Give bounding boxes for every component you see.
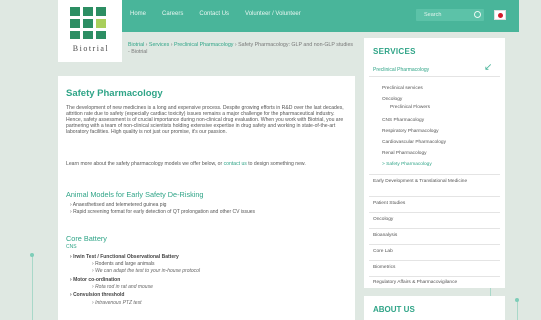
logo-text: Biotrial: [72, 44, 110, 53]
main-nav: Home Careers Contact Us Volunteer / Volu…: [130, 11, 301, 17]
contact-us-link[interactable]: contact us: [224, 161, 247, 167]
collapse-arrow-icon[interactable]: ↙: [484, 62, 492, 73]
nav-home[interactable]: Home: [130, 11, 146, 17]
sidebar-item-cns[interactable]: CNS Pharmacology: [382, 118, 424, 123]
divider: [369, 276, 500, 277]
divider: [369, 244, 500, 245]
list-item: › Rodents and large animals: [92, 261, 155, 267]
divider: [369, 76, 500, 77]
list-item: › We can adapt the test to your in-house…: [92, 268, 201, 274]
list-item: › Rapid screening format for early detec…: [70, 209, 256, 215]
divider: [369, 212, 500, 213]
nav-contact[interactable]: Contact Us: [199, 11, 229, 17]
breadcrumb-preclinical[interactable]: Preclinical Pharmacology: [174, 42, 233, 48]
sidebar-active-group[interactable]: Preclinical Pharmacology: [373, 67, 429, 73]
japan-flag-icon[interactable]: [494, 10, 506, 20]
sidebar-item-core-lab[interactable]: Core Lab: [373, 249, 393, 254]
section-core-battery-title: Core Battery: [66, 234, 107, 243]
list-item: › Anaesthetised and telemetered guinea p…: [70, 202, 167, 208]
learn-prefix: Learn more about the safety pharmacology…: [66, 161, 223, 167]
sidebar-item-oncology-group[interactable]: Oncology: [373, 217, 393, 222]
about-us-panel: ABOUT US: [364, 296, 505, 320]
sidebar-item-patient-studies[interactable]: Patient Studies: [373, 201, 405, 206]
sidebar-item-bioanalysis[interactable]: Bioanalysis: [373, 233, 397, 238]
divider: [369, 196, 500, 197]
about-us-title[interactable]: ABOUT US: [373, 305, 415, 314]
list-item: › Rota rod in rat and mouse: [92, 284, 153, 290]
main-content: Safety Pharmacology The development of n…: [58, 76, 355, 320]
background-dot: [515, 298, 519, 302]
list-item: › Intravenous PTZ test: [92, 300, 142, 306]
sidebar-item-renal[interactable]: Renal Pharmacology: [382, 151, 427, 156]
background-dot: [30, 253, 34, 257]
section-animal-models-title: Animal Models for Early Safety De-Riskin…: [66, 190, 204, 199]
background-line: [517, 300, 518, 320]
breadcrumb-services[interactable]: Services: [149, 42, 169, 48]
breadcrumb-biotrial[interactable]: Biotrial: [128, 42, 144, 48]
sidebar-item-oncology[interactable]: Oncology: [382, 97, 402, 102]
breadcrumb: Biotrial › Services › Preclinical Pharma…: [128, 42, 354, 55]
sidebar-item-preclinical-services[interactable]: Preclinical services: [382, 86, 423, 91]
sidebar-item-biometrics[interactable]: Biometrics: [373, 265, 395, 270]
page-title: Safety Pharmacology: [66, 88, 163, 99]
list-item: › Convulsion threshold: [70, 292, 125, 298]
logo[interactable]: Biotrial: [58, 0, 122, 62]
sidebar-item-cardiovascular[interactable]: Cardiovascular Pharmacology: [382, 140, 446, 145]
search-icon[interactable]: [474, 11, 481, 18]
nav-volunteer[interactable]: Volunteer / Volunteer: [245, 11, 301, 17]
intro-paragraph: The development of new medicines is a lo…: [66, 105, 344, 136]
logo-mark-icon: [70, 7, 106, 39]
sidebar-title: SERVICES: [373, 47, 416, 56]
sidebar-item-preclinical-flowers[interactable]: Preclinical Flowers: [390, 105, 430, 110]
divider: [369, 228, 500, 229]
sidebar-item-early-development[interactable]: Early Development & Translational Medici…: [373, 179, 493, 185]
cns-subtitle: CNS: [66, 244, 77, 250]
sidebar-item-safety[interactable]: > Safety Pharmacology: [382, 162, 432, 167]
sidebar-item-regulatory[interactable]: Regulatory Affairs & Pharmacovigilance: [373, 280, 457, 285]
divider: [369, 174, 500, 175]
nav-careers[interactable]: Careers: [162, 11, 183, 17]
background-line: [32, 255, 33, 320]
sidebar-item-respiratory[interactable]: Respiratory Pharmacology: [382, 129, 439, 134]
learn-suffix: to design something new.: [248, 161, 306, 167]
list-item: › Irwin Test / Functional Observational …: [70, 254, 179, 260]
learn-more-paragraph: Learn more about the safety pharmacology…: [66, 161, 346, 167]
services-sidebar: SERVICES Preclinical Pharmacology ↙ Prec…: [364, 38, 505, 288]
divider: [369, 260, 500, 261]
list-item: › Motor co-ordination: [70, 277, 121, 283]
